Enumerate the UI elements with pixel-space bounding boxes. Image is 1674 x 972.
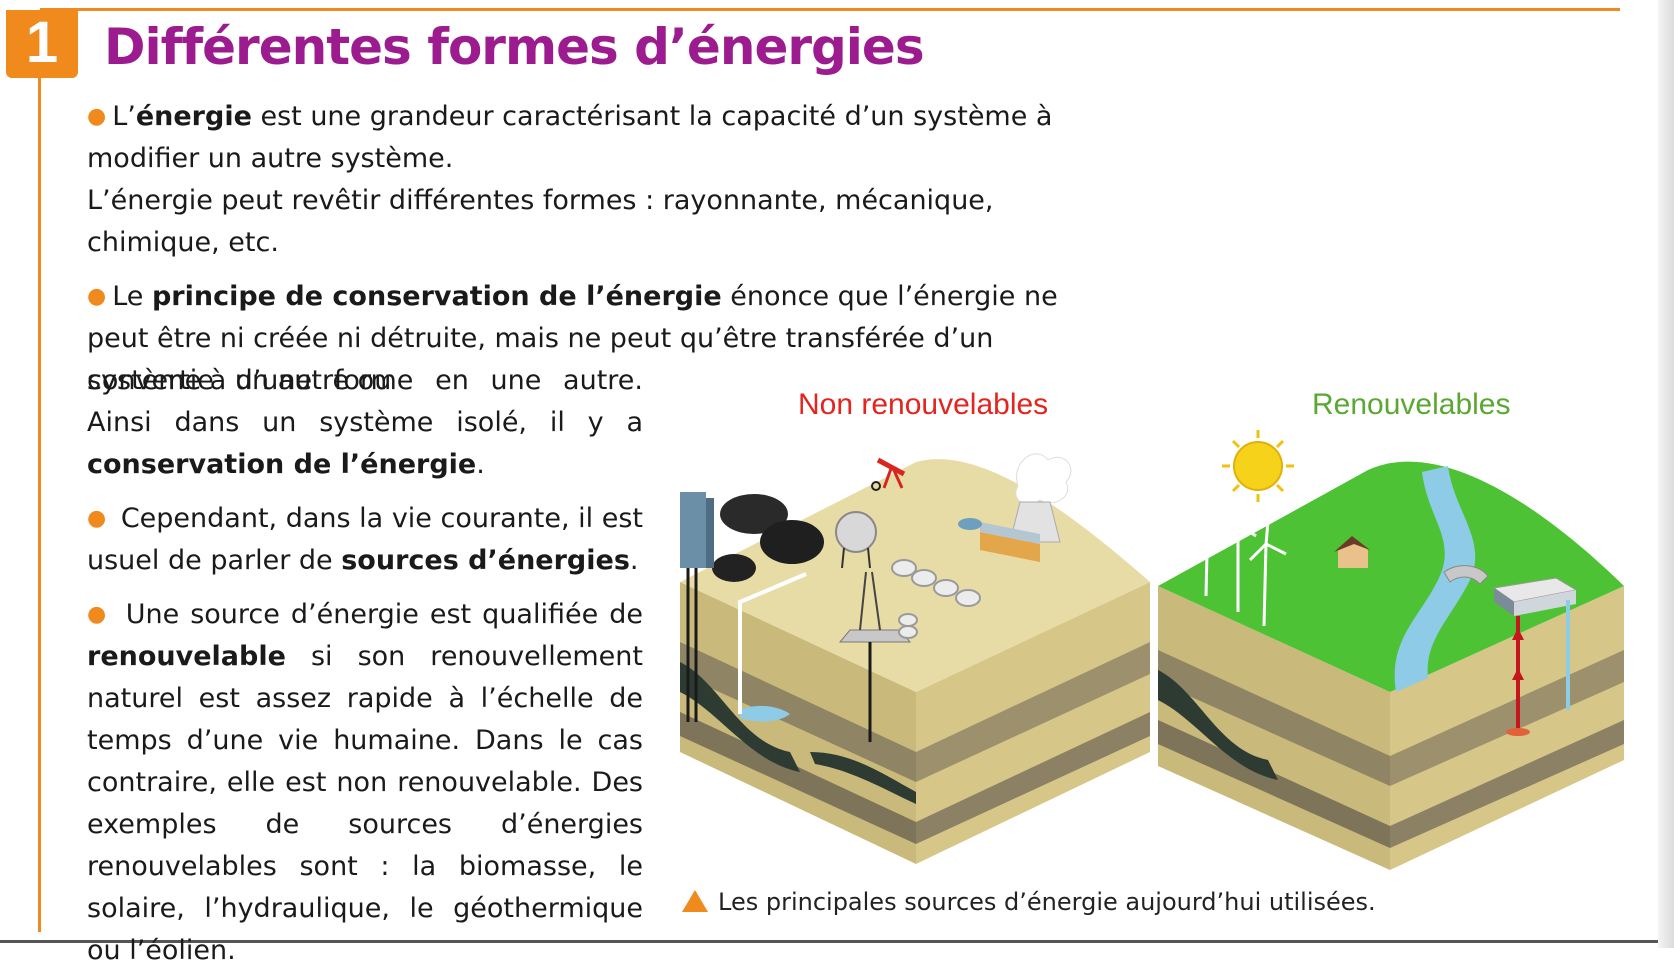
bullet-icon: ●	[87, 284, 107, 309]
term-conservation-energie: conservation de l’énergie	[87, 449, 477, 480]
top-rule	[40, 8, 1620, 11]
paragraph-renewable: ● Une source d’énergie est qualifiée de …	[87, 599, 643, 966]
paragraph-energy-sources: ● Cependant, dans la vie courante, il es…	[87, 503, 643, 576]
left-rule	[38, 70, 41, 932]
figure-caption: Les principales sources d’énergie aujour…	[682, 888, 1376, 916]
renewable-illustration	[1158, 430, 1624, 870]
term-energie: énergie	[135, 101, 252, 132]
bullet-icon: ●	[87, 602, 109, 627]
triangle-marker-icon	[682, 890, 708, 912]
section-title: Différentes formes d’énergies	[104, 18, 925, 76]
label-renewable: Renouvelables	[1312, 388, 1511, 421]
bullet-icon: ●	[87, 506, 107, 531]
non-renewable-illustration	[680, 453, 1150, 864]
term-sources-energies: sources d’énergies	[341, 545, 630, 576]
section-number-badge: 1	[6, 10, 78, 78]
paragraph-isolated-system: convertie d’une forme en une autre. Ains…	[87, 365, 643, 480]
page-edge	[1658, 0, 1674, 948]
label-non-renewable: Non renouvelables	[798, 388, 1049, 421]
paragraph-energy-forms: L’énergie peut revêtir différentes forme…	[87, 185, 994, 258]
textbook-page: 1 Différentes formes d’énergies ● L’énerg…	[0, 0, 1674, 966]
term-conservation-principle: principe de conservation de l’énergie	[151, 281, 722, 312]
bullet-icon: ●	[87, 104, 107, 129]
sun-icon	[1222, 430, 1294, 502]
paragraph-energy-definition: ● L’énergie est une grandeur caractérisan…	[87, 101, 1053, 258]
term-renouvelable: renouvelable	[87, 641, 286, 672]
